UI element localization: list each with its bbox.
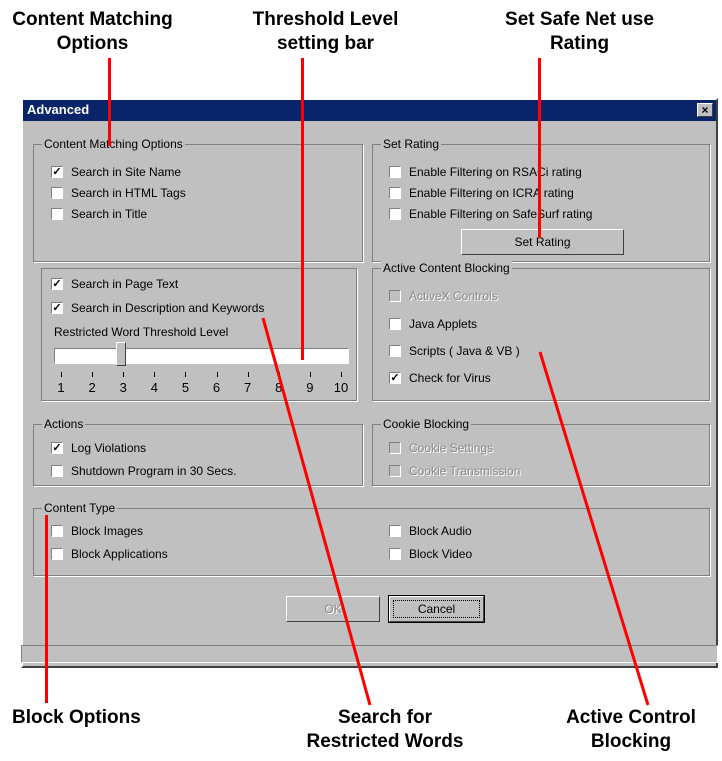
pointer-active-control (538, 351, 650, 706)
pointer-search-restricted (261, 317, 372, 706)
pointer-diagonals (261, 317, 650, 706)
